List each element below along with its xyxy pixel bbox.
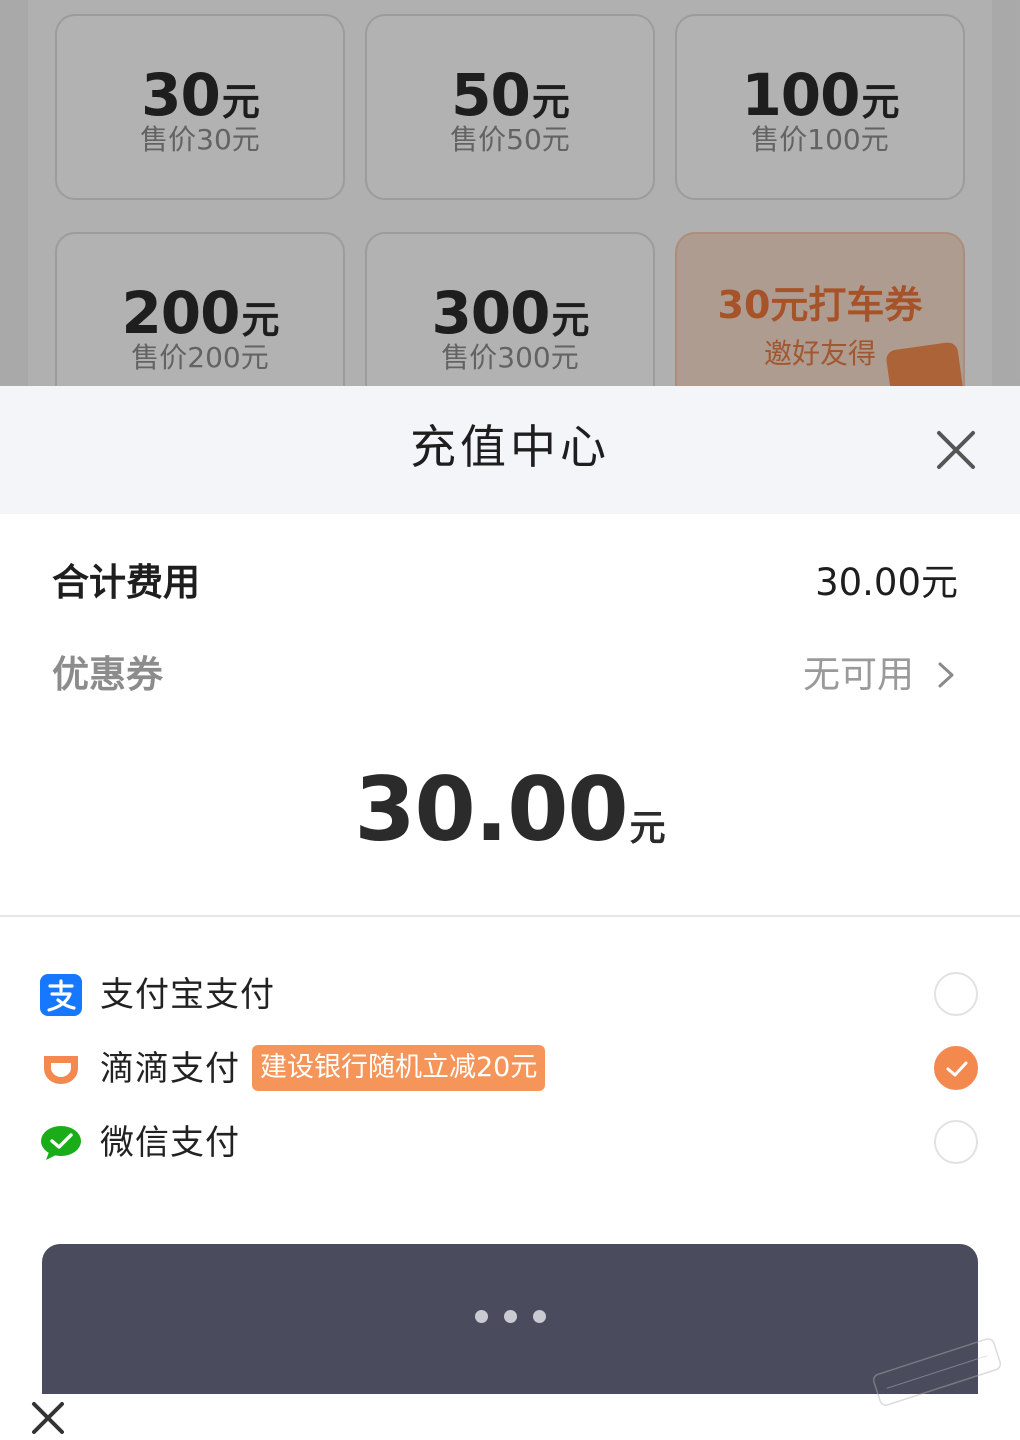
payment-radio-didi[interactable] (934, 1046, 978, 1090)
payment-method-alipay[interactable]: 支付宝支付 (40, 970, 978, 1020)
total-fee-label: 合计费用 (52, 561, 200, 604)
close-button[interactable] (936, 430, 976, 470)
payable-amount-unit: 元 (629, 808, 666, 849)
close-icon (937, 431, 975, 469)
loading-indicator (42, 1308, 978, 1327)
payment-radio-alipay[interactable] (934, 972, 978, 1016)
loading-dot (503, 1310, 517, 1323)
bottom-close-button[interactable] (30, 1400, 66, 1436)
payment-radio-wechat[interactable] (934, 1120, 978, 1164)
loading-dot (474, 1310, 488, 1323)
payable-amount-number: 30.00 (354, 758, 628, 861)
wechat-icon (41, 1126, 81, 1160)
recharge-options-background: 30元 售价30元 50元 售价50元 100元 售价100元 200元 售价2… (0, 0, 1020, 390)
payment-method-wechat[interactable]: 微信支付 (40, 1118, 978, 1168)
modal-overlay[interactable] (0, 0, 1020, 390)
loading-dot (532, 1310, 546, 1323)
payable-amount: 30.00元 (0, 766, 1020, 854)
coupon-value: 无可用 (803, 653, 914, 696)
pay-button-loading[interactable] (42, 1244, 978, 1394)
chevron-right-icon (938, 662, 954, 688)
coupon-row[interactable]: 优惠券 无可用 (52, 650, 958, 700)
sheet-header: 充值中心 (0, 386, 1020, 514)
total-fee-value: 30.00元 (815, 561, 958, 604)
promo-badge: 建设银行随机立减20元 (252, 1045, 546, 1091)
payment-method-name: 滴滴支付 (100, 1049, 240, 1089)
payment-method-name: 支付宝支付 (100, 975, 275, 1015)
payment-method-didi[interactable]: 滴滴支付 建设银行随机立减20元 (40, 1044, 978, 1094)
payment-method-name: 微信支付 (100, 1123, 240, 1163)
checkmark-icon (946, 1061, 968, 1077)
sheet-title: 充值中心 (410, 420, 610, 474)
section-divider (0, 915, 1020, 917)
close-icon (32, 1402, 64, 1434)
recharge-center-sheet: 充值中心 合计费用 30.00元 优惠券 无可用 30.00元 支付宝支付 滴滴… (0, 386, 1020, 1415)
didi-icon (44, 1056, 78, 1084)
coupon-label: 优惠券 (52, 653, 163, 696)
total-fee-row: 合计费用 30.00元 (52, 558, 958, 608)
alipay-icon (40, 974, 82, 1016)
